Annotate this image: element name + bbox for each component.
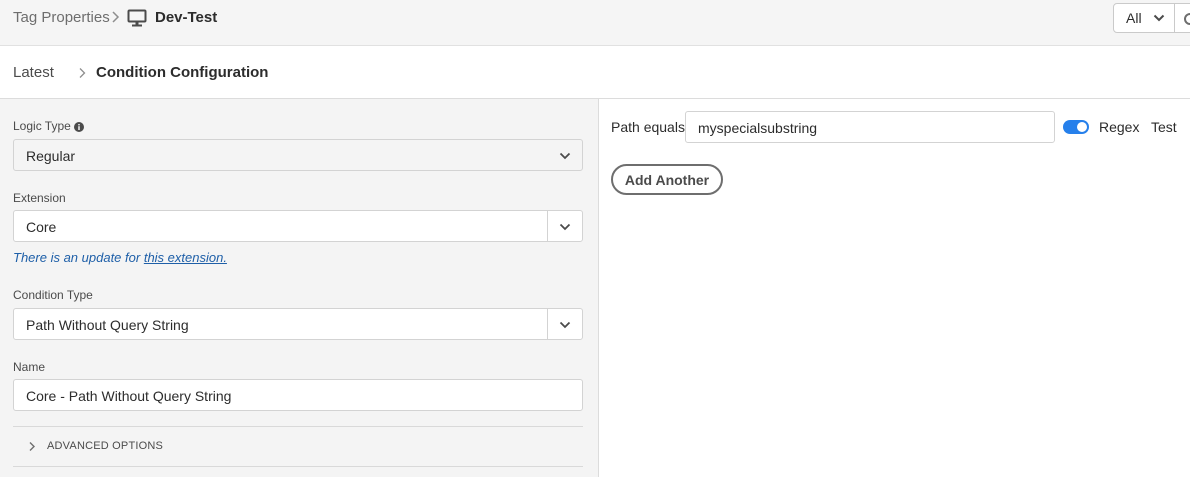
chevron-right-icon	[112, 11, 120, 23]
logic-type-value: Regular	[26, 148, 76, 164]
filter-divider	[1174, 4, 1175, 32]
info-icon[interactable]	[74, 122, 84, 132]
monitor-icon	[127, 9, 147, 27]
condition-type-select[interactable]: Path Without Query String	[13, 308, 583, 340]
chevron-down-icon	[1153, 14, 1165, 22]
toggle-knob	[1077, 122, 1087, 132]
page-title: Condition Configuration	[96, 64, 269, 81]
top-header: Tag Properties Dev-Test All	[0, 0, 1190, 46]
extension-value: Core	[26, 219, 57, 235]
filter-extra-icon[interactable]	[1182, 11, 1190, 27]
update-note-text: There is an update for	[13, 250, 141, 265]
select-divider	[547, 309, 548, 339]
chevron-down-icon[interactable]	[559, 222, 571, 232]
divider	[13, 466, 583, 467]
name-input-value: Core - Path Without Query String	[26, 388, 232, 404]
property-name: Dev-Test	[155, 9, 218, 26]
sub-header: Latest Condition Configuration	[0, 46, 1190, 99]
path-equals-label: Path equals	[611, 119, 685, 135]
name-label: Name	[13, 360, 46, 374]
filter-select[interactable]: All	[1113, 3, 1190, 33]
extension-update-note: There is an update for this extension.	[13, 250, 227, 265]
condition-type-label: Condition Type	[13, 288, 93, 302]
extension-label: Extension	[13, 191, 66, 205]
update-extension-link[interactable]: this extension.	[144, 250, 227, 265]
breadcrumb-latest[interactable]: Latest	[13, 64, 54, 81]
add-another-button[interactable]: Add Another	[611, 164, 723, 195]
chevron-down-icon[interactable]	[559, 320, 571, 330]
condition-type-value: Path Without Query String	[26, 317, 189, 333]
name-input[interactable]: Core - Path Without Query String	[13, 379, 583, 411]
chevron-right-icon	[79, 68, 86, 78]
regex-toggle[interactable]	[1063, 120, 1089, 134]
logic-type-label: Logic Type	[13, 119, 71, 133]
breadcrumb-tag-properties[interactable]: Tag Properties	[13, 9, 110, 26]
extension-select[interactable]: Core	[13, 210, 583, 242]
logic-type-select[interactable]: Regular	[13, 139, 583, 171]
select-divider	[547, 211, 548, 241]
path-value: myspecialsubstring	[698, 120, 818, 136]
path-value-input[interactable]: myspecialsubstring	[685, 111, 1055, 143]
divider	[13, 426, 583, 427]
chevron-right-icon[interactable]	[28, 441, 36, 452]
chevron-down-icon	[559, 152, 571, 160]
filter-selected-value: All	[1126, 10, 1142, 26]
test-regex-link[interactable]: Test	[1151, 119, 1177, 135]
advanced-options-toggle[interactable]: ADVANCED OPTIONS	[47, 440, 163, 452]
regex-label: Regex	[1099, 119, 1140, 135]
